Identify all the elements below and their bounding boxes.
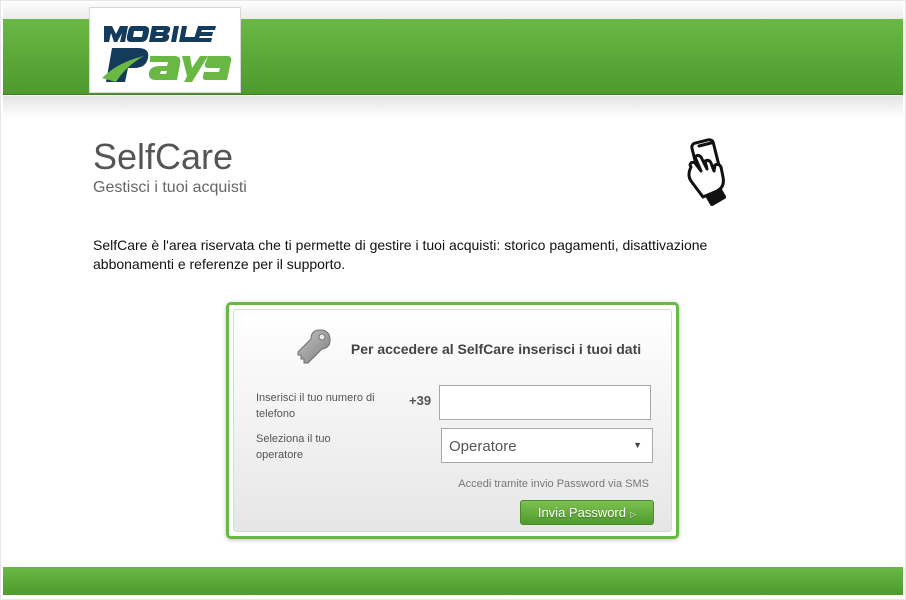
play-arrow-icon: ▷ <box>630 510 637 519</box>
page-subtitle: Gestisci i tuoi acquisti <box>93 179 247 196</box>
login-panel: Per accedere al SelfCare inserisci i tuo… <box>226 302 679 539</box>
sms-note: Accedi tramite invio Password via SMS <box>458 478 649 490</box>
operator-select[interactable]: Operatore ▼ <box>441 428 653 463</box>
key-icon <box>296 328 332 371</box>
login-panel-body: Per accedere al SelfCare inserisci i tuo… <box>233 309 672 532</box>
phone-label: Inserisci il tuo numero di telefono <box>256 392 375 420</box>
operator-selected-value: Operatore <box>449 438 517 455</box>
phone-input[interactable] <box>439 385 651 420</box>
mobile-pay-logo[interactable] <box>89 7 241 93</box>
header-shadow <box>3 96 903 118</box>
page: SelfCare Gestisci i tuoi acquisti SelfCa… <box>0 0 906 600</box>
login-heading: Per accedere al SelfCare inserisci i tuo… <box>350 341 642 357</box>
hand-holding-phone-icon <box>681 137 741 214</box>
footer-band <box>3 567 903 595</box>
chevron-down-icon: ▼ <box>633 440 642 450</box>
send-password-label: Invia Password <box>537 505 626 520</box>
intro-description: SelfCare è l'area riservata che ti perme… <box>93 237 708 272</box>
mobile-pay-logo-icon <box>102 26 232 82</box>
operator-label: Seleziona il tuo operatore <box>256 433 331 461</box>
send-password-button[interactable]: Invia Password ▷ <box>520 500 654 525</box>
phone-prefix: +39 <box>409 393 432 408</box>
page-title: SelfCare <box>93 136 234 177</box>
